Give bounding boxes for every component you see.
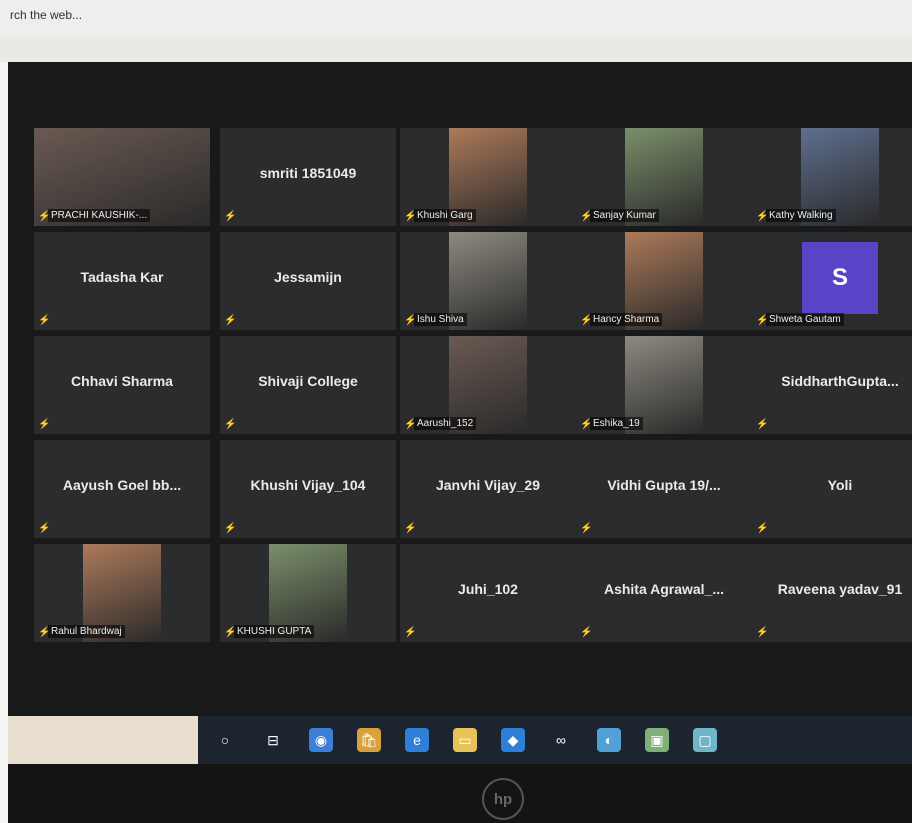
mic-muted-icon: ⚡ (38, 627, 51, 638)
task-view-icon[interactable]: ⊟ (261, 728, 285, 752)
participant-name: Ashita Agrawal_... (603, 581, 725, 598)
participant-tile[interactable]: Janvhi Vijay_29 ⚡ (400, 440, 576, 538)
mic-muted-icon: ⚡ (224, 315, 237, 326)
participant-name: smriti 1851049 (259, 165, 357, 182)
participant-label: Ishu Shiva (414, 313, 467, 326)
participant-name: Juhi_102 (458, 581, 518, 598)
mic-muted-icon: ⚡ (756, 211, 769, 222)
store-icon[interactable]: 🛍 (357, 728, 381, 752)
mic-muted-icon: ⚡ (38, 419, 51, 430)
participant-name: Tadasha Kar (80, 269, 164, 286)
participant-tile[interactable]: Kathy Walking ⚡ (752, 128, 912, 226)
participant-label: KHUSHI GUPTA (234, 625, 315, 638)
participant-label: Kathy Walking (766, 209, 836, 222)
participant-label: Eshika_19 (590, 417, 643, 430)
mic-muted-icon: ⚡ (224, 419, 237, 430)
mic-muted-icon: ⚡ (756, 627, 769, 638)
dropbox-icon[interactable]: ◆ (501, 728, 525, 752)
mic-muted-icon: ⚡ (580, 523, 593, 534)
infinity-icon[interactable]: ∞ (549, 728, 573, 752)
notes-icon[interactable]: ▣ (645, 728, 669, 752)
participant-tile[interactable]: Jessamijn ⚡ (220, 232, 396, 330)
participant-tile[interactable]: Eshika_19 ⚡ (576, 336, 752, 434)
mic-muted-icon: ⚡ (580, 419, 593, 430)
participant-tile[interactable]: Juhi_102 ⚡ (400, 544, 576, 642)
browser-strip (0, 36, 912, 62)
laptop-bezel: hp (8, 764, 912, 823)
participant-tile[interactable]: Raveena yadav_91 ⚡ (752, 544, 912, 642)
participant-tile[interactable]: Khushi Vijay_104 ⚡ (220, 440, 396, 538)
mic-muted-icon: ⚡ (580, 315, 593, 326)
participant-name: Chhavi Sharma (71, 373, 173, 390)
mic-muted-icon: ⚡ (224, 211, 237, 222)
participant-tile[interactable]: Khushi Garg ⚡ (400, 128, 576, 226)
participant-tile[interactable]: Aarushi_152 ⚡ (400, 336, 576, 434)
avatar: S (802, 242, 878, 314)
participant-tile[interactable]: Rahul Bhardwaj ⚡ (34, 544, 210, 642)
participant-name: Raveena yadav_91 (777, 581, 903, 598)
search-circle-icon[interactable]: ○ (213, 728, 237, 752)
taskbar-left-area (8, 716, 198, 764)
participant-name: Shivaji College (258, 373, 358, 390)
participant-tile[interactable]: smriti 1851049 ⚡ (220, 128, 396, 226)
participant-tile[interactable]: Sanjay Kumar ⚡ (576, 128, 752, 226)
participant-name: Aayush Goel bb... (62, 477, 182, 494)
participant-label: Shweta Gautam (766, 313, 844, 326)
participant-tile[interactable]: KHUSHI GUPTA ⚡ (220, 544, 396, 642)
mic-muted-icon: ⚡ (224, 627, 237, 638)
search-placeholder: rch the web... (10, 8, 83, 22)
file-explorer-icon[interactable]: ▭ (453, 728, 477, 752)
participant-tile[interactable]: SiddharthGupta... ⚡ (752, 336, 912, 434)
participant-tile[interactable]: PRACHI KAUSHIK-... ⚡ (34, 128, 210, 226)
participant-tile[interactable]: Hancy Sharma ⚡ (576, 232, 752, 330)
mic-muted-icon: ⚡ (404, 627, 417, 638)
participant-label: Sanjay Kumar (590, 209, 659, 222)
hp-logo: hp (482, 778, 524, 820)
zoom-icon[interactable]: ▢ (693, 728, 717, 752)
participant-name: SiddharthGupta... (781, 373, 899, 390)
chrome-icon[interactable]: ◉ (309, 728, 333, 752)
participant-name: Khushi Vijay_104 (250, 477, 366, 494)
mic-muted-icon: ⚡ (224, 523, 237, 534)
participant-tile[interactable]: Ashita Agrawal_... ⚡ (576, 544, 752, 642)
participant-tile[interactable]: Yoli ⚡ (752, 440, 912, 538)
windows-taskbar: ○ ⊟ ◉ 🛍 e ▭ ◆ ∞ ◐ ▣ ▢ (8, 716, 912, 764)
participant-tile[interactable]: Shivaji College ⚡ (220, 336, 396, 434)
participant-tile[interactable]: S Shweta Gautam ⚡ (752, 232, 912, 330)
mic-muted-icon: ⚡ (756, 419, 769, 430)
participant-label: PRACHI KAUSHIK-... (48, 209, 151, 222)
participant-name: Yoli (827, 477, 853, 494)
browser-search-bar[interactable]: rch the web... (0, 0, 912, 37)
mic-muted-icon: ⚡ (580, 211, 593, 222)
participant-tile[interactable]: Ishu Shiva ⚡ (400, 232, 576, 330)
mic-muted-icon: ⚡ (756, 315, 769, 326)
participant-name: Jessamijn (274, 269, 342, 286)
mic-muted-icon: ⚡ (404, 419, 417, 430)
participant-label: Rahul Bhardwaj (48, 625, 125, 638)
edge-icon[interactable]: e (405, 728, 429, 752)
zoom-gallery: PRACHI KAUSHIK-... ⚡ smriti 1851049 ⚡ Khushi… (8, 62, 912, 736)
participant-name: Vidhi Gupta 19/... (607, 477, 721, 494)
participant-tile[interactable]: Tadasha Kar ⚡ (34, 232, 210, 330)
mic-muted-icon: ⚡ (756, 523, 769, 534)
mic-muted-icon: ⚡ (38, 211, 51, 222)
participant-tile[interactable]: Chhavi Sharma ⚡ (34, 336, 210, 434)
participant-tile[interactable]: Aayush Goel bb... ⚡ (34, 440, 210, 538)
app-icon[interactable]: ◐ (597, 728, 621, 752)
participant-name: Janvhi Vijay_29 (435, 477, 541, 494)
mic-muted-icon: ⚡ (38, 523, 51, 534)
mic-muted-icon: ⚡ (580, 627, 593, 638)
mic-muted-icon: ⚡ (404, 211, 417, 222)
mic-muted-icon: ⚡ (38, 315, 51, 326)
participant-label: Aarushi_152 (414, 417, 477, 430)
participant-label: Khushi Garg (414, 209, 476, 222)
participant-tile[interactable]: Vidhi Gupta 19/... ⚡ (576, 440, 752, 538)
participant-label: Hancy Sharma (590, 313, 663, 326)
mic-muted-icon: ⚡ (404, 315, 417, 326)
mic-muted-icon: ⚡ (404, 523, 417, 534)
